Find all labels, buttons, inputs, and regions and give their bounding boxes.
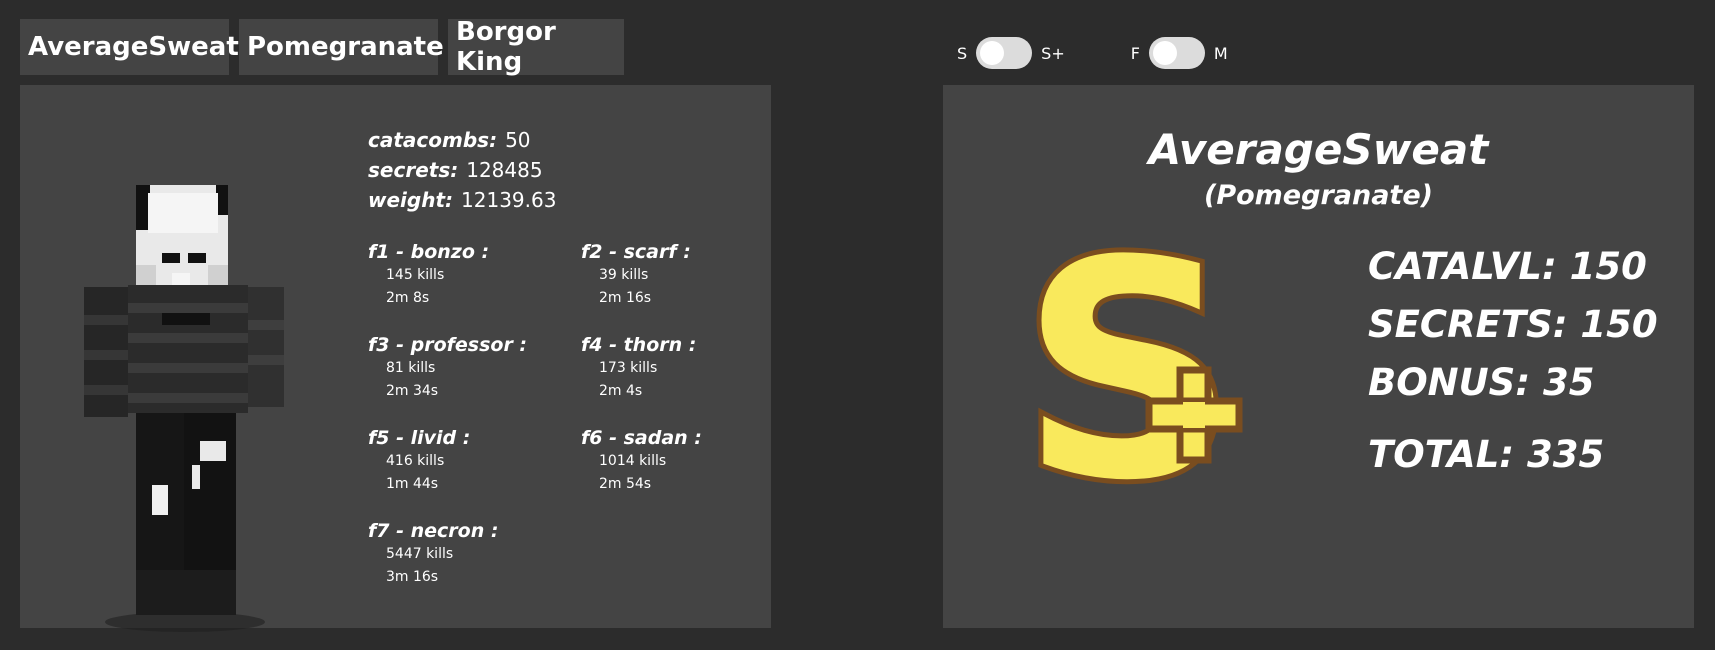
rank-toggle-switch[interactable] [976,37,1033,69]
floor-kills: 81 kills [386,360,436,376]
tab-averagesweat[interactable]: AverageSweat [20,19,239,75]
player-skin-image [84,185,284,632]
summary-key: secrets: [368,158,459,182]
floor-time: 2m 4s [599,383,643,399]
summary-key: weight: [368,188,454,212]
stat-secrets: SECRETS: 150 [1368,303,1658,346]
summary-value: 128485 [466,158,543,182]
floor-time: 2m 8s [386,290,430,306]
floor-kills: 39 kills [599,267,649,283]
mode-toggle-left-label: F [1130,43,1140,63]
result-profile-name: (Pomegranate) [1204,180,1433,211]
toggle-bar: S S+ F M [957,37,1228,69]
grade-s-plus-logo: S [1028,235,1243,505]
floor-title: f3 - professor : [368,334,528,356]
grade-result-panel: AverageSweat (Pomegranate) S CATALVL: 15… [943,85,1694,628]
stat-total: TOTAL: 335 [1368,433,1605,476]
summary-row-weight: weight: 12139.63 [368,185,556,215]
floor-card-f7: f7 - necron : 5447 kills 3m 16s [368,519,568,589]
floor-kills: 173 kills [599,360,658,376]
floor-kills: 145 kills [386,267,445,283]
floor-title: f6 - sadan : [581,427,702,449]
mode-toggle-knob [1152,41,1177,65]
floor-title: f7 - necron : [368,520,499,542]
player-stats-panel: catacombs: 50 secrets: 128485 weight: 12139… [20,85,771,632]
tab-pomegranate[interactable]: Pomegranate [239,19,444,75]
floor-kills: 1014 kills [599,453,667,469]
summary-stats: catacombs: 50 secrets: 128485 weight: 12139… [368,125,556,215]
floor-title: f5 - livid : [368,427,471,449]
floor-card-f2: f2 - scarf : 39 kills 2m 16s [581,240,781,310]
rank-toggle-left-label: S [957,43,968,63]
rank-toggle-knob [980,41,1005,65]
rank-toggle-right-label: S+ [1041,43,1065,63]
floor-title: f2 - scarf : [581,241,691,263]
mode-toggle-switch[interactable] [1148,37,1205,69]
floor-card-f4: f4 - thorn : 173 kills 2m 4s [581,333,781,403]
floor-card-f5: f5 - livid : 416 kills 1m 44s [368,426,568,496]
floor-card-f1: f1 - bonzo : 145 kills 2m 8s [368,240,568,310]
profile-tabs: AverageSweat Pomegranate Borgor King [20,17,624,77]
result-player-name: AverageSweat [1148,125,1489,174]
floor-kills: 5447 kills [386,546,454,562]
floor-kills: 416 kills [386,453,445,469]
stat-catalvl: CATALVL: 150 [1368,245,1647,288]
stat-bonus: BONUS: 35 [1368,361,1595,404]
mode-toggle-right-label: M [1213,43,1228,63]
floor-time: 1m 44s [386,476,439,492]
summary-value: 12139.63 [461,188,557,212]
summary-value: 50 [505,128,531,152]
floor-card-f3: f3 - professor : 81 kills 2m 34s [368,333,568,403]
floor-time: 2m 16s [599,290,652,306]
tab-borgor-king[interactable]: Borgor King [448,17,624,77]
floor-time: 2m 54s [599,476,652,492]
summary-key: catacombs: [368,128,498,152]
floor-time: 3m 16s [386,569,439,585]
floor-title: f1 - bonzo : [368,241,490,263]
floor-time: 2m 34s [386,383,439,399]
floor-title: f4 - thorn : [581,334,697,356]
summary-row-catacombs: catacombs: 50 [368,125,556,155]
floor-card-f6: f6 - sadan : 1014 kills 2m 54s [581,426,781,496]
summary-row-secrets: secrets: 128485 [368,155,556,185]
